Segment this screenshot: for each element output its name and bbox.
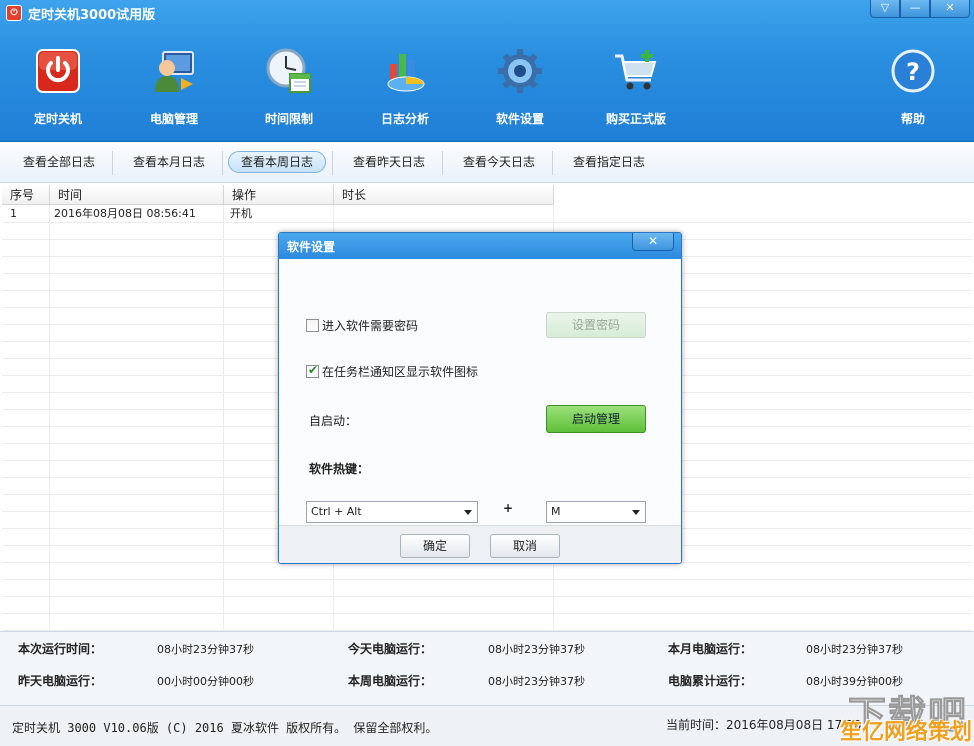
status-bar: 定时关机 3000 V10.06版 (C) 2016 夏冰软件 版权所有。 保留… bbox=[0, 705, 974, 746]
toolbar-buy-button[interactable]: 购买正式版 bbox=[591, 40, 681, 132]
table-header: 序号 时间 操作 时长 bbox=[2, 185, 554, 205]
tab-divider bbox=[222, 151, 223, 175]
hotkey-label: 软件热键： bbox=[309, 462, 370, 476]
column-header-no[interactable]: 序号 bbox=[2, 185, 50, 205]
grid-line bbox=[2, 579, 972, 580]
log-tabs: 查看全部日志 查看本月日志 查看本周日志 查看昨天日志 查看今天日志 查看指定日… bbox=[0, 143, 974, 183]
autostart-manage-button[interactable]: 启动管理 bbox=[546, 405, 646, 433]
cancel-button[interactable]: 取消 bbox=[490, 534, 560, 558]
column-header-duration[interactable]: 时长 bbox=[334, 185, 554, 205]
hotkey-key-value: M bbox=[551, 505, 561, 518]
toolbar-help-button[interactable]: ? 帮助 bbox=[868, 40, 958, 132]
month-run-label: 本月电脑运行： bbox=[668, 642, 753, 656]
tray-icon-checkbox-label[interactable]: 在任务栏通知区显示软件图标 bbox=[322, 363, 478, 380]
total-run-label: 电脑累计运行： bbox=[668, 674, 753, 688]
grid-line bbox=[2, 613, 972, 614]
chart-icon bbox=[387, 54, 425, 92]
table-cell-action: 开机 bbox=[230, 207, 252, 220]
tab-custom-logs[interactable]: 查看指定日志 bbox=[560, 151, 658, 173]
dialog-title: 软件设置 bbox=[287, 240, 336, 254]
menu-button[interactable]: ▽ bbox=[870, 0, 900, 18]
clock-calendar-icon bbox=[266, 48, 311, 93]
this-run-value: 08小时23分钟37秒 bbox=[157, 643, 254, 656]
set-password-button[interactable]: 设置密码 bbox=[546, 312, 646, 338]
password-checkbox[interactable] bbox=[306, 319, 319, 332]
tab-all-logs[interactable]: 查看全部日志 bbox=[10, 151, 108, 173]
grid-line bbox=[2, 596, 972, 597]
close-button[interactable]: ✕ bbox=[930, 0, 970, 18]
dialog-title-bar[interactable]: 软件设置 ✕ bbox=[279, 233, 681, 259]
svg-text:?: ? bbox=[906, 58, 920, 86]
cart-icon bbox=[615, 50, 657, 90]
main-toolbar: 定时关机 电脑管理 时间限制 日志分析 软件设置 购买正式版 ? 帮助 bbox=[0, 40, 974, 132]
copyright-text: 定时关机 3000 V10.06版 (C) 2016 夏冰软件 版权所有。 保留… bbox=[12, 721, 438, 735]
toolbar-label: 电脑管理 bbox=[149, 112, 198, 126]
toolbar-log-analysis-button[interactable]: 日志分析 bbox=[360, 40, 450, 132]
settings-dialog: 软件设置 ✕ 进入软件需要密码 设置密码 在任务栏通知区显示软件图标 自启动： … bbox=[278, 232, 682, 564]
computer-user-icon bbox=[155, 51, 194, 92]
current-time-text: 当前时间：2016年08月08日 17:20 bbox=[666, 718, 862, 732]
window-controls: ▽ — ✕ bbox=[870, 0, 970, 18]
tab-today-logs[interactable]: 查看今天日志 bbox=[450, 151, 548, 173]
toolbar-label: 帮助 bbox=[900, 112, 925, 126]
toolbar-label: 时间限制 bbox=[264, 112, 313, 126]
minimize-button[interactable]: — bbox=[900, 0, 930, 18]
yesterday-run-label: 昨天电脑运行： bbox=[18, 674, 103, 688]
this-run-label: 本次运行时间： bbox=[18, 642, 103, 656]
gear-icon bbox=[498, 49, 542, 93]
tray-icon-checkbox[interactable] bbox=[306, 363, 319, 378]
dialog-close-button[interactable]: ✕ bbox=[632, 233, 674, 251]
tab-week-logs[interactable]: 查看本周日志 bbox=[228, 151, 327, 173]
window-title: 定时关机3000试用版 bbox=[28, 8, 156, 23]
hotkey-modifier-value: Ctrl + Alt bbox=[311, 505, 362, 518]
tab-yesterday-logs[interactable]: 查看昨天日志 bbox=[340, 151, 438, 173]
hotkey-key-select[interactable]: M bbox=[546, 501, 646, 523]
title-bar: ⏻ 定时关机3000试用版 ▽ — ✕ bbox=[0, 0, 974, 26]
power-icon bbox=[36, 49, 80, 93]
tab-month-logs[interactable]: 查看本月日志 bbox=[120, 151, 218, 173]
watermark-text: 笙亿网络策划 bbox=[840, 720, 973, 745]
autostart-label: 自启动： bbox=[309, 414, 358, 428]
app-icon: ⏻ bbox=[6, 5, 22, 21]
today-run-label: 今天电脑运行： bbox=[348, 642, 433, 656]
help-icon: ? bbox=[891, 49, 935, 93]
grid-line bbox=[49, 205, 50, 631]
toolbar-label: 定时关机 bbox=[33, 112, 82, 126]
yesterday-run-value: 00小时00分钟00秒 bbox=[157, 675, 254, 688]
app-header: ⏻ 定时关机3000试用版 ▽ — ✕ 定时关机 电脑管理 时间限制 日志分析 … bbox=[0, 0, 974, 142]
dialog-footer: 确定 取消 bbox=[279, 525, 681, 563]
run-stats-panel: 本次运行时间： 08小时23分钟37秒 今天电脑运行： 08小时23分钟37秒 … bbox=[0, 631, 974, 705]
toolbar-label: 日志分析 bbox=[380, 112, 429, 126]
tab-divider bbox=[332, 151, 333, 175]
toolbar-time-limit-button[interactable]: 时间限制 bbox=[244, 40, 334, 132]
toolbar-settings-button[interactable]: 软件设置 bbox=[475, 40, 565, 132]
column-header-action[interactable]: 操作 bbox=[224, 185, 334, 205]
hotkey-plus: + bbox=[503, 501, 514, 515]
dialog-body: 进入软件需要密码 设置密码 在任务栏通知区显示软件图标 自启动： 启动管理 软件… bbox=[279, 259, 681, 525]
week-run-label: 本周电脑运行： bbox=[348, 674, 433, 688]
chevron-down-icon bbox=[464, 510, 472, 515]
grid-line bbox=[2, 222, 972, 223]
table-cell-time: 2016年08月08日 08:56:41 bbox=[54, 207, 196, 220]
chevron-down-icon bbox=[632, 510, 640, 515]
toolbar-computer-manage-button[interactable]: 电脑管理 bbox=[129, 40, 219, 132]
toolbar-label: 购买正式版 bbox=[605, 112, 666, 126]
month-run-value: 08小时23分钟37秒 bbox=[806, 643, 903, 656]
password-checkbox-label[interactable]: 进入软件需要密码 bbox=[322, 317, 418, 334]
week-run-value: 08小时23分钟37秒 bbox=[488, 675, 585, 688]
today-run-value: 08小时23分钟37秒 bbox=[488, 643, 585, 656]
column-header-time[interactable]: 时间 bbox=[50, 185, 224, 205]
ok-button[interactable]: 确定 bbox=[400, 534, 470, 558]
tab-divider bbox=[552, 151, 553, 175]
grid-line bbox=[223, 205, 224, 631]
tab-divider bbox=[112, 151, 113, 175]
toolbar-label: 软件设置 bbox=[495, 112, 544, 126]
toolbar-shutdown-button[interactable]: 定时关机 bbox=[13, 40, 103, 132]
tab-divider bbox=[442, 151, 443, 175]
table-cell-no: 1 bbox=[10, 207, 17, 220]
watermark: 下载吧 笙亿网络策划 bbox=[838, 684, 974, 746]
hotkey-modifier-select[interactable]: Ctrl + Alt bbox=[306, 501, 478, 523]
